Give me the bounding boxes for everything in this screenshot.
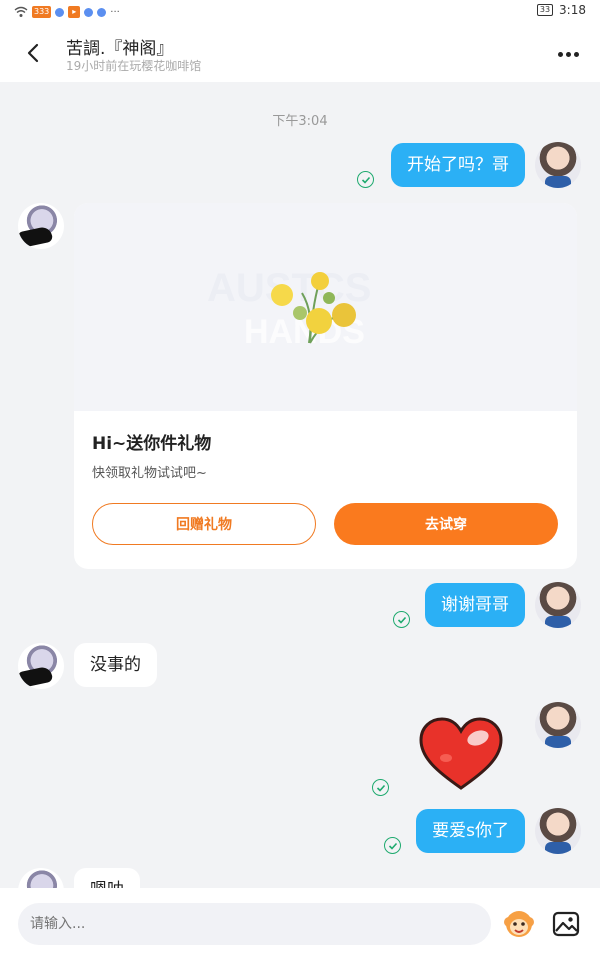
message-bubble-sent[interactable]: 开始了吗？哥	[391, 143, 525, 187]
read-check-icon	[393, 611, 410, 628]
gift-card-title: Hi~送你件礼物	[92, 434, 212, 454]
app-notification-icon	[97, 7, 107, 17]
try-on-button[interactable]: 去试穿	[334, 503, 558, 545]
my-avatar[interactable]	[535, 142, 581, 188]
network-badge: 333	[32, 6, 52, 18]
my-avatar[interactable]	[535, 702, 581, 748]
image-picker-icon[interactable]	[552, 910, 580, 938]
input-bar	[0, 888, 600, 960]
contact-avatar[interactable]	[18, 643, 64, 689]
read-check-icon	[372, 779, 389, 796]
gift-image: AUSTCS HANDS	[74, 203, 577, 411]
wifi-icon	[14, 6, 28, 17]
more-dot-icon	[565, 51, 571, 57]
read-check-icon	[384, 837, 401, 854]
chat-timestamp: 下午3:04	[272, 114, 328, 129]
my-avatar[interactable]	[535, 582, 581, 628]
chevron-left-icon	[27, 43, 39, 63]
chat-header: 苦調.『神阁』 19小时前在玩樱花咖啡馆	[0, 24, 600, 82]
contact-name: 苦調.『神阁』	[66, 39, 174, 59]
contact-avatar[interactable]	[18, 203, 64, 249]
message-bubble-received[interactable]: 没事的	[74, 643, 157, 687]
status-bar: 333 ▸ ··· 33 3:18	[0, 0, 600, 24]
back-button[interactable]	[18, 38, 48, 68]
gift-card[interactable]: AUSTCS HANDS Hi~送你件礼物 快领取礼物试试吧~ 回赠礼物 去试穿	[74, 203, 577, 569]
message-input[interactable]	[18, 903, 491, 945]
read-check-icon	[357, 171, 374, 188]
return-gift-button[interactable]: 回赠礼物	[92, 503, 316, 545]
status-right: 33 3:18	[536, 3, 586, 17]
contact-status: 19小时前在玩樱花咖啡馆	[66, 59, 202, 73]
battery-icon: 33	[536, 4, 554, 16]
app-notification-icon	[84, 7, 94, 17]
gift-card-subtitle: 快领取礼物试试吧~	[92, 466, 207, 481]
message-bubble-sent[interactable]: 谢谢哥哥	[425, 583, 525, 627]
app-notification-icon	[55, 7, 65, 17]
more-options-button[interactable]	[554, 42, 582, 66]
heart-sticker-icon[interactable]	[418, 716, 504, 792]
clock: 3:18	[559, 3, 586, 17]
message-bubble-sent[interactable]: 要爱s你了	[416, 809, 525, 853]
status-icons: 333 ▸ ···	[14, 4, 120, 20]
more-dot-icon	[557, 51, 563, 57]
app-notification-icon: ▸	[68, 6, 81, 18]
more-notifications: ···	[110, 6, 120, 18]
emoji-monkey-icon[interactable]	[503, 908, 535, 940]
dandelion-bouquet-icon: AUSTCS HANDS	[207, 266, 371, 351]
more-dot-icon	[573, 51, 579, 57]
my-avatar[interactable]	[535, 808, 581, 854]
